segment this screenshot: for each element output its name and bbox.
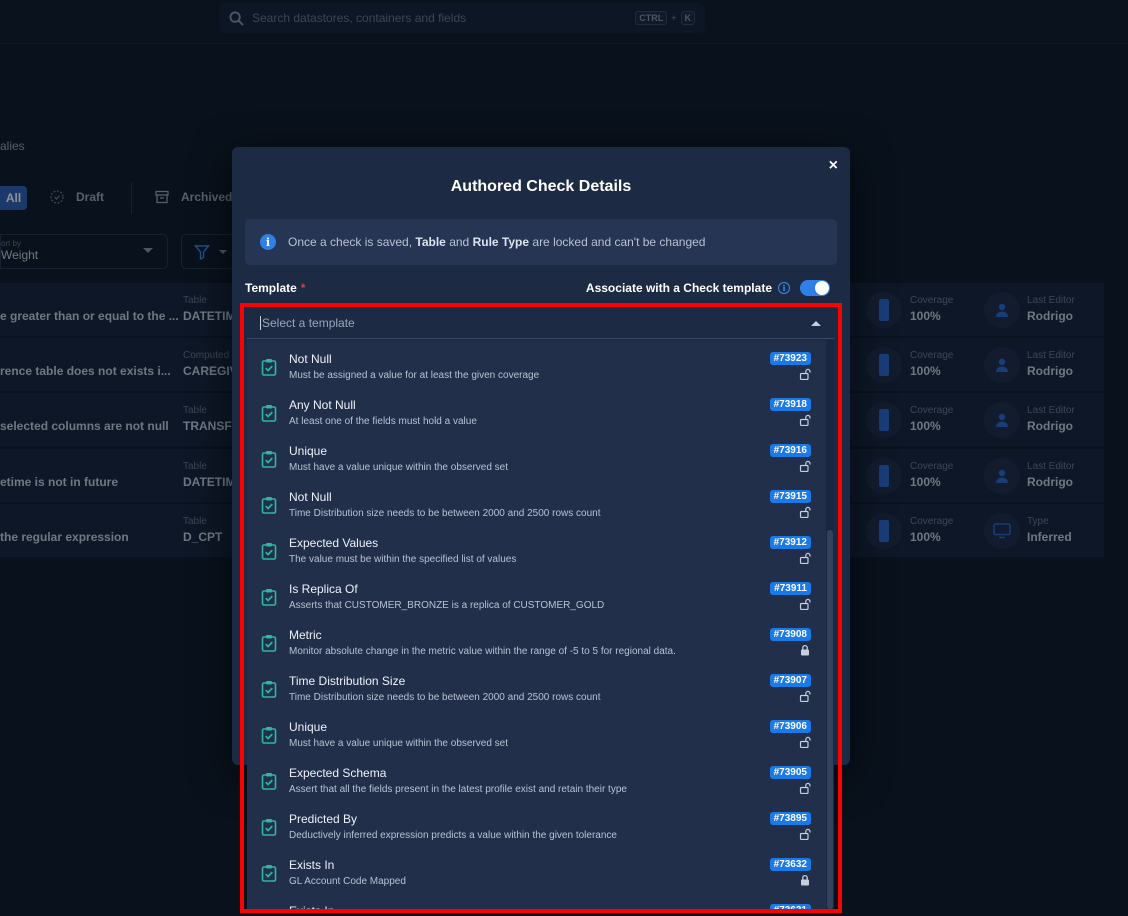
unlock-icon: [799, 735, 811, 749]
template-id-badge: #73895: [769, 812, 811, 825]
template-options-list[interactable]: Not Null Must be assigned a value for at …: [247, 340, 834, 909]
template-id-badge: #73915: [769, 490, 811, 503]
template-id-badge: #73912: [769, 536, 811, 549]
template-name: Any Not Null: [289, 398, 356, 412]
clipboard-check-icon: [261, 818, 277, 836]
modal-title: Authored Check Details: [450, 178, 632, 195]
template-label: Template *: [245, 281, 306, 295]
info-banner: i Once a check is saved, Table and Rule …: [245, 219, 837, 265]
lock-icon: [799, 643, 811, 656]
template-name: Expected Values: [289, 536, 379, 550]
clipboard-check-icon: [261, 404, 277, 422]
clipboard-check-icon: [261, 726, 277, 744]
associate-template-row: Associate with a Check template i: [586, 280, 830, 296]
unlock-icon: [799, 413, 811, 427]
clipboard-check-icon: [261, 358, 277, 376]
unlock-icon: [799, 781, 811, 795]
template-id-badge: #73905: [769, 766, 811, 779]
template-select[interactable]: Select a template: [247, 308, 834, 339]
template-option[interactable]: Exists In GL Account Code Mapped #73632: [247, 851, 825, 897]
template-description: Must be assigned a value for at least th…: [289, 370, 540, 381]
template-id-badge: #73631: [769, 904, 811, 909]
template-id-badge: #73908: [769, 628, 811, 641]
template-option[interactable]: Expected Values The value must be within …: [247, 529, 825, 575]
template-option[interactable]: Unique Must have a value unique within th…: [247, 713, 825, 759]
clipboard-check-icon: [261, 864, 277, 882]
template-description: Deductively inferred expression predicts…: [289, 830, 617, 841]
template-option[interactable]: Metric Monitor absolute change in the met…: [247, 621, 825, 667]
chevron-up-icon: [811, 321, 821, 326]
template-name: Exists In: [289, 858, 335, 872]
template-option[interactable]: Predicted By Deductively inferred express…: [247, 805, 825, 851]
text-cursor: [260, 316, 261, 330]
template-select-placeholder: Select a template: [262, 316, 355, 330]
info-icon[interactable]: i: [778, 282, 790, 294]
scrollbar-thumb[interactable]: [827, 530, 833, 909]
info-icon: i: [260, 234, 276, 250]
template-description: Time Distribution size needs to be betwe…: [289, 508, 601, 519]
template-id-badge: #73918: [769, 398, 811, 411]
template-name: Not Null: [289, 352, 332, 366]
template-name: Is Replica Of: [289, 582, 358, 596]
clipboard-check-icon: [261, 496, 277, 514]
clipboard-check-icon: [261, 450, 277, 468]
template-id-badge: #73911: [770, 582, 811, 595]
template-name: Exists In: [289, 904, 334, 909]
template-option[interactable]: Expected Schema Assert that all the field…: [247, 759, 825, 805]
template-name: Unique: [289, 720, 328, 734]
clipboard-check-icon: [261, 680, 277, 698]
template-description: Assert that all the fields present in th…: [289, 784, 627, 795]
template-description: GL Account Code Mapped: [289, 876, 406, 887]
template-name: Expected Schema: [289, 766, 387, 780]
unlock-icon: [799, 827, 811, 841]
template-option[interactable]: Exists In #73631: [247, 897, 825, 909]
template-name: Not Null: [289, 490, 332, 504]
template-name: Metric: [289, 628, 322, 642]
template-description: Monitor absolute change in the metric va…: [289, 646, 676, 657]
template-name: Predicted By: [289, 812, 358, 826]
info-text: Once a check is saved, Table and Rule Ty…: [288, 235, 706, 249]
template-name: Time Distribution Size: [289, 674, 406, 688]
template-id-badge: #73916: [769, 444, 811, 457]
template-option[interactable]: Any Not Null At least one of the fields m…: [247, 391, 825, 437]
template-id-badge: #73907: [769, 674, 811, 687]
template-description: The value must be within the specified l…: [289, 554, 517, 565]
required-mark: *: [300, 281, 306, 295]
clipboard-check-icon: [261, 542, 277, 560]
list-scrollbar[interactable]: [826, 340, 834, 909]
template-option[interactable]: Time Distribution Size Time Distribution …: [247, 667, 825, 713]
unlock-icon: [799, 597, 811, 611]
template-option[interactable]: Not Null Time Distribution size needs to …: [247, 483, 825, 529]
template-description: Must have a value unique within the obse…: [289, 738, 509, 749]
associate-label: Associate with a Check template: [585, 281, 772, 295]
clipboard-check-icon: [261, 634, 277, 652]
template-id-badge: #73906: [769, 720, 811, 733]
unlock-icon: [799, 505, 811, 519]
close-icon[interactable]: ×: [829, 157, 838, 175]
template-description: At least one of the fields must hold a v…: [289, 416, 477, 427]
template-description: Time Distribution size needs to be betwe…: [289, 692, 601, 703]
template-description: Must have a value unique within the obse…: [289, 462, 509, 473]
template-name: Unique: [289, 444, 328, 458]
template-description: Asserts that CUSTOMER_BRONZE is a replic…: [289, 600, 605, 611]
associate-template-toggle[interactable]: [800, 280, 830, 296]
template-option[interactable]: Unique Must have a value unique within th…: [247, 437, 825, 483]
template-option[interactable]: Not Null Must be assigned a value for at …: [247, 345, 825, 391]
template-option[interactable]: Is Replica Of Asserts that CUSTOMER_BRONZ…: [247, 575, 825, 621]
unlock-icon: [799, 689, 811, 703]
lock-icon: [799, 873, 811, 886]
unlock-icon: [799, 367, 811, 381]
template-id-badge: #73632: [769, 858, 811, 871]
unlock-icon: [799, 551, 811, 565]
clipboard-check-icon: [261, 772, 277, 790]
clipboard-check-icon: [261, 588, 277, 606]
unlock-icon: [799, 459, 811, 473]
template-id-badge: #73923: [769, 352, 811, 365]
